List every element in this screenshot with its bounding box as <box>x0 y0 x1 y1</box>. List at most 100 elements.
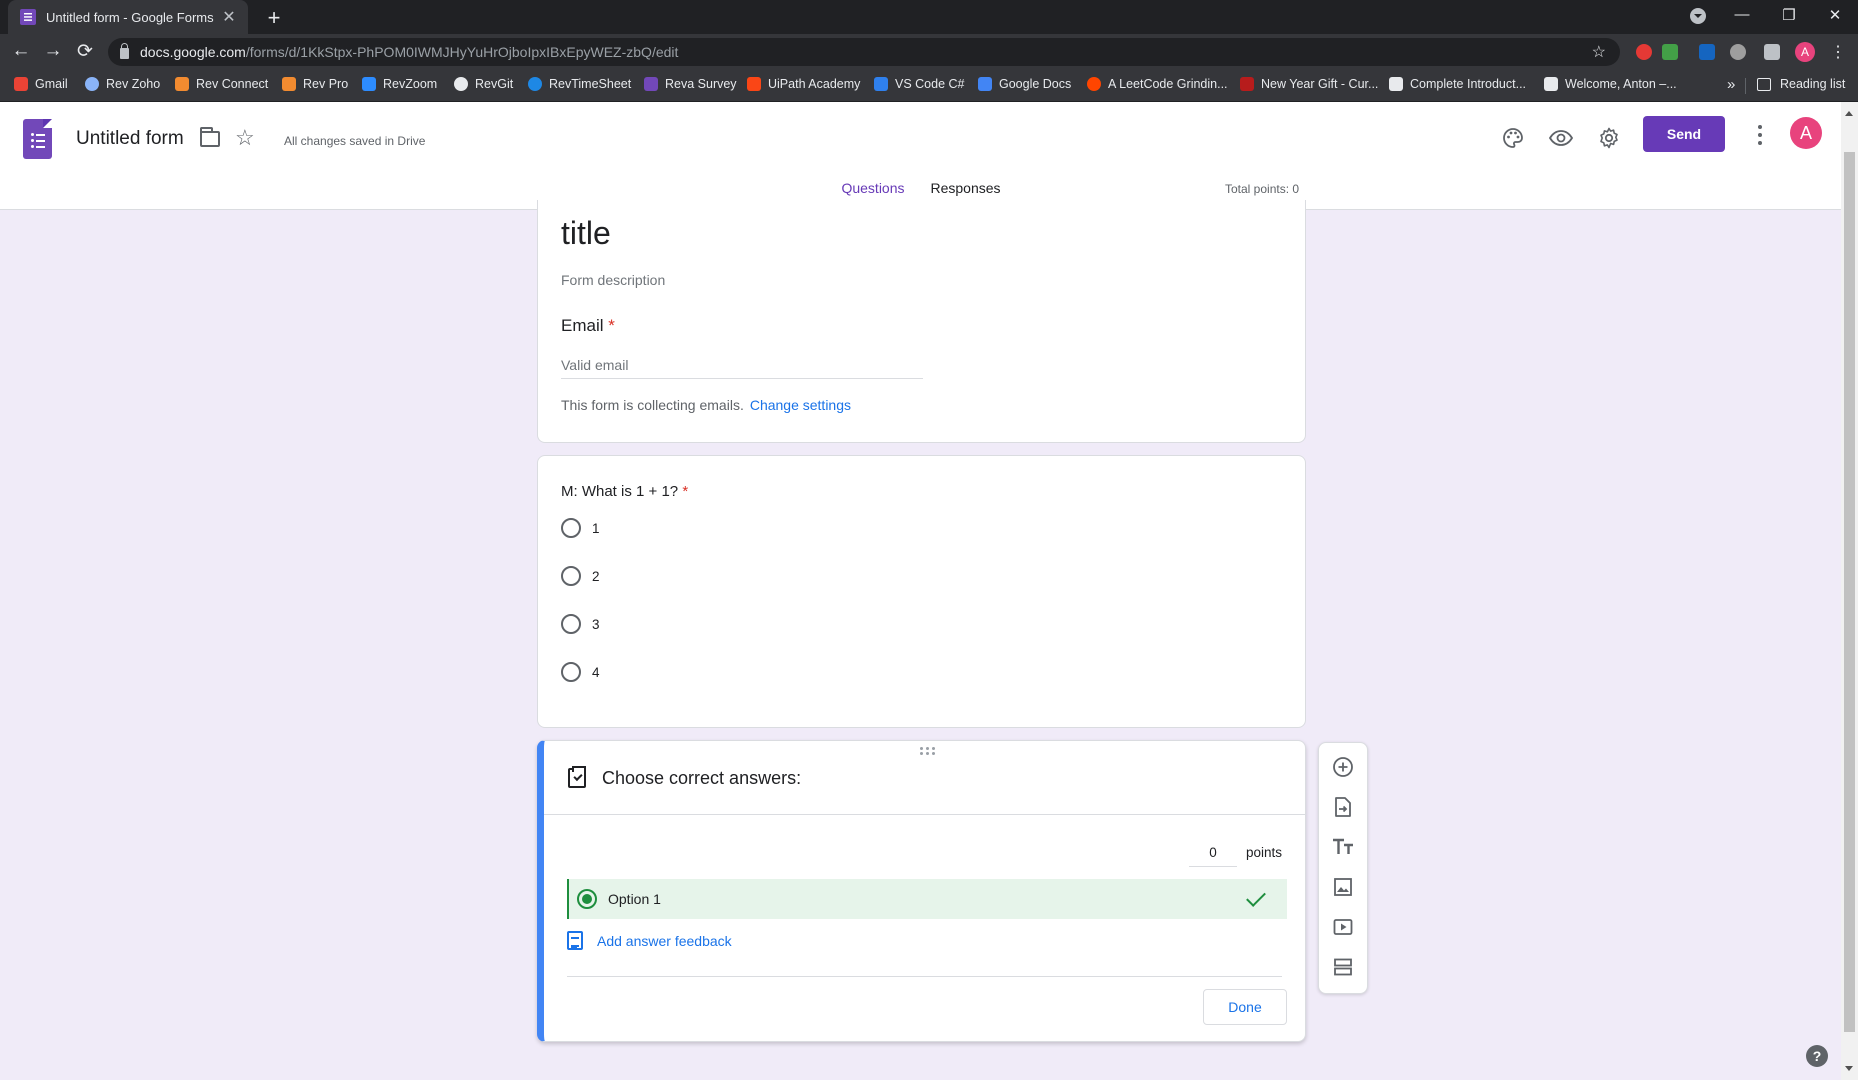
radio-button[interactable] <box>561 566 581 586</box>
blackboard-icon <box>1544 77 1558 91</box>
bookmark-item[interactable]: A LeetCode Grindin... <box>1087 77 1228 91</box>
reading-list-button[interactable]: Reading list <box>1757 77 1845 91</box>
bookmark-star-icon[interactable]: ☆ <box>1592 42 1606 62</box>
radio-option[interactable]: 2 <box>561 566 600 586</box>
bookmark-item[interactable]: RevGit <box>454 77 513 91</box>
form-description-field[interactable]: Form description <box>561 272 665 288</box>
scroll-down-icon[interactable] <box>1845 1066 1853 1075</box>
done-button[interactable]: Done <box>1203 989 1287 1025</box>
scroll-up-icon[interactable] <box>1845 107 1853 116</box>
radio-button[interactable] <box>561 614 581 634</box>
bookmark-icon <box>1240 77 1254 91</box>
settings-gear-icon[interactable] <box>1591 120 1627 156</box>
close-window-button[interactable]: ✕ <box>1823 6 1847 24</box>
extensions-puzzle-icon[interactable] <box>1764 44 1780 60</box>
required-asterisk: * <box>682 483 689 500</box>
bookmark-item[interactable]: Rev Pro <box>282 77 348 91</box>
customize-theme-icon[interactable] <box>1495 120 1531 156</box>
google-forms-logo-icon[interactable] <box>23 119 52 159</box>
send-button[interactable]: Send <box>1643 116 1725 152</box>
bookmarks-divider <box>1745 78 1746 94</box>
google-docs-icon <box>978 77 992 91</box>
vscode-icon <box>874 77 888 91</box>
bookmark-item[interactable]: Rev Connect <box>175 77 268 91</box>
new-tab-button[interactable]: + <box>262 5 286 31</box>
answer-key-clipboard-icon <box>568 766 586 788</box>
add-video-icon[interactable] <box>1328 912 1358 942</box>
points-input[interactable]: 0 <box>1189 843 1237 867</box>
radio-option[interactable]: 4 <box>561 662 600 682</box>
bookmark-item[interactable]: Google Docs <box>978 77 1071 91</box>
scroll-thumb[interactable] <box>1844 152 1855 1032</box>
extension-icon[interactable] <box>1730 44 1746 60</box>
form-name-input[interactable]: Untitled form <box>76 128 184 150</box>
reddit-icon <box>1087 77 1101 91</box>
bookmark-icon <box>175 77 189 91</box>
add-question-icon[interactable] <box>1328 752 1358 782</box>
import-questions-icon[interactable] <box>1328 792 1358 822</box>
forward-icon[interactable]: → <box>40 40 66 62</box>
form-title-card: title Form description Email * Valid ema… <box>537 200 1306 443</box>
reload-icon[interactable]: ⟳ <box>72 40 98 63</box>
help-icon[interactable]: ? <box>1806 1045 1828 1067</box>
points-label: points <box>1246 845 1283 860</box>
forms-favicon-icon <box>20 9 36 25</box>
email-field[interactable]: Valid email <box>561 353 923 379</box>
back-icon[interactable]: ← <box>8 40 34 62</box>
add-image-icon[interactable] <box>1328 872 1358 902</box>
bookmark-item[interactable]: Reva Survey <box>644 77 737 91</box>
form-title-field[interactable]: title <box>561 215 611 252</box>
forms-header: Untitled form ☆ All changes saved in Dri… <box>0 102 1841 210</box>
bookmark-item[interactable]: Welcome, Anton –... <box>1544 77 1677 91</box>
bookmark-icon <box>362 77 376 91</box>
bookmark-item[interactable]: Gmail <box>14 77 68 91</box>
minimize-button[interactable]: — <box>1730 6 1754 23</box>
address-bar[interactable]: docs.google.com /forms/d/1KkStpx-PhPOM0I… <box>108 38 1620 66</box>
page-scrollbar[interactable] <box>1841 102 1858 1080</box>
account-avatar[interactable]: A <box>1790 117 1822 149</box>
bookmark-icon <box>644 77 658 91</box>
move-to-folder-icon[interactable] <box>200 127 220 147</box>
radio-button[interactable] <box>561 518 581 538</box>
browser-tab[interactable]: Untitled form - Google Forms ✕ <box>8 0 248 34</box>
preview-eye-icon[interactable] <box>1543 120 1579 156</box>
bookmark-icon <box>14 77 28 91</box>
chrome-menu-icon[interactable]: ⋮ <box>1830 42 1846 62</box>
bookmarks-overflow-icon[interactable]: » <box>1727 76 1735 93</box>
radio-option[interactable]: 1 <box>561 518 600 538</box>
bookmark-item[interactable]: Rev Zoho <box>85 77 160 91</box>
question-title: M: What is 1 + 1? * <box>561 483 689 500</box>
drag-handle-icon[interactable] <box>920 747 936 755</box>
bookmark-item[interactable]: New Year Gift - Cur... <box>1240 77 1378 91</box>
add-title-icon[interactable] <box>1328 832 1358 862</box>
save-status: All changes saved in Drive <box>284 134 426 148</box>
add-feedback-button[interactable]: Add answer feedback <box>567 931 732 950</box>
extension-icon[interactable] <box>1662 44 1678 60</box>
correct-answer-option[interactable]: Option 1 <box>567 879 1287 919</box>
radio-option[interactable]: 3 <box>561 614 600 634</box>
divider <box>567 976 1282 977</box>
bookmark-icon <box>528 77 542 91</box>
bookmark-item[interactable]: RevTimeSheet <box>528 77 631 91</box>
tab-search-icon[interactable] <box>1690 8 1706 24</box>
bookmark-item[interactable]: VS Code C# <box>874 77 964 91</box>
tab-title: Untitled form - Google Forms <box>46 9 214 25</box>
add-section-icon[interactable] <box>1328 952 1358 982</box>
url-host: docs.google.com <box>140 44 246 60</box>
profile-avatar[interactable]: A <box>1795 42 1815 62</box>
bookmark-item[interactable]: Complete Introduct... <box>1389 77 1526 91</box>
tab-close-icon[interactable]: ✕ <box>220 7 238 27</box>
bookmark-item[interactable]: RevZoom <box>362 77 437 91</box>
restore-button[interactable]: ❐ <box>1777 6 1801 24</box>
question-card[interactable]: M: What is 1 + 1? * 1 2 3 4 <box>537 455 1306 728</box>
radio-button[interactable] <box>561 662 581 682</box>
more-options-icon[interactable] <box>1750 120 1770 150</box>
radio-checked-icon[interactable] <box>577 889 597 909</box>
bookmark-item[interactable]: UiPath Academy <box>747 77 860 91</box>
extension-icon[interactable] <box>1699 44 1715 60</box>
required-asterisk: * <box>608 316 615 335</box>
email-question-label: Email * <box>561 316 615 335</box>
extension-icon[interactable] <box>1636 44 1652 60</box>
star-icon[interactable]: ☆ <box>235 125 255 151</box>
change-settings-link[interactable]: Change settings <box>750 397 851 413</box>
